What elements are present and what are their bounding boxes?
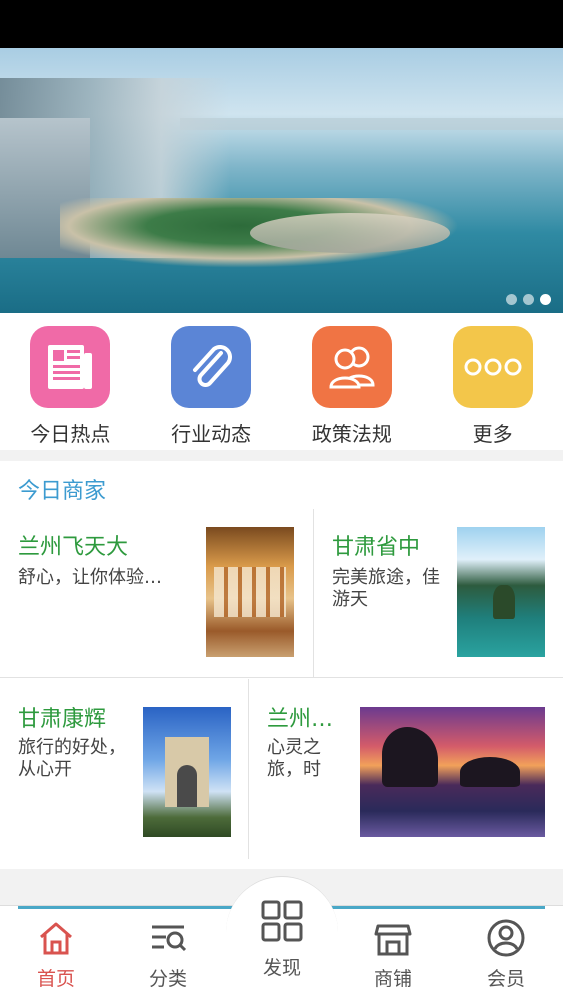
merchant-card[interactable]: 兰州… 心灵之旅，时 xyxy=(249,679,563,859)
merchant-desc: 舒心，让你体验… xyxy=(18,567,162,588)
nav-label: 分类 xyxy=(148,968,187,990)
quick-menu-item-industry-news[interactable]: 行业动态 xyxy=(141,313,282,450)
quick-menu-label: 行业动态 xyxy=(171,422,252,446)
merchant-card[interactable]: 兰州飞天大 舒心，让你体验… xyxy=(0,509,313,677)
merchant-name: 兰州飞天大 xyxy=(18,535,129,560)
quick-menu-label: 今日热点 xyxy=(30,422,111,446)
quick-menu-item-hot-news[interactable]: 今日热点 xyxy=(0,313,141,450)
carousel-indicator xyxy=(506,294,551,305)
carousel-dot[interactable] xyxy=(523,294,534,305)
banner-carousel[interactable] xyxy=(0,48,563,313)
today-merchants-section: 今日商家 兰州飞天大 舒心，让你体验… 甘肃省中 完美旅途，佳游天 甘肃康辉 旅… xyxy=(0,461,563,869)
more-dots-icon xyxy=(452,326,533,408)
nav-item-category[interactable]: 分类 xyxy=(128,918,208,991)
quick-menu-item-more[interactable]: 更多 xyxy=(422,313,563,450)
status-bar xyxy=(0,0,563,48)
nav-label: 首页 xyxy=(36,968,75,990)
divider xyxy=(0,677,563,678)
nav-item-home[interactable]: 首页 xyxy=(16,918,96,991)
banner-horizon xyxy=(180,118,563,130)
grid-icon xyxy=(261,900,303,942)
nav-item-shop[interactable]: 商铺 xyxy=(353,918,433,991)
newspaper-icon xyxy=(30,326,111,408)
merchant-name: 甘肃省中 xyxy=(332,535,421,560)
quick-menu-label: 更多 xyxy=(472,422,513,446)
shop-icon xyxy=(374,924,412,956)
nav-label: 商铺 xyxy=(373,968,412,990)
user-icon xyxy=(487,919,525,957)
people-icon xyxy=(311,326,392,408)
nav-item-member[interactable]: 会员 xyxy=(466,918,546,991)
home-icon xyxy=(40,922,72,955)
merchant-card[interactable]: 甘肃康辉 旅行的好处，从心开 xyxy=(0,679,248,859)
section-title: 今日商家 xyxy=(18,479,107,504)
merchant-card[interactable]: 甘肃省中 完美旅途，佳游天 xyxy=(314,509,563,677)
restaurant-photo xyxy=(206,527,294,657)
merchant-desc: 心灵之旅，时 xyxy=(267,737,321,780)
quick-menu-item-policy[interactable]: 政策法规 xyxy=(282,313,423,450)
carousel-dot[interactable] xyxy=(506,294,517,305)
lake-mountain-photo xyxy=(457,527,545,657)
sunset-sea-photo xyxy=(360,707,545,837)
nav-label: 会员 xyxy=(486,968,525,990)
carousel-dot-active[interactable] xyxy=(540,294,551,305)
merchant-name: 兰州… xyxy=(267,707,334,732)
arch-monument-photo xyxy=(143,707,231,837)
nav-label: 发现 xyxy=(262,957,301,979)
merchant-name: 甘肃康辉 xyxy=(18,707,107,732)
paperclip-icon xyxy=(171,326,252,408)
quick-menu: 今日热点 行业动态 政策法规 更多 xyxy=(0,313,563,450)
banner-pier xyxy=(250,213,450,253)
category-search-icon xyxy=(152,925,187,952)
merchant-desc: 完美旅途，佳游天 xyxy=(332,567,440,610)
quick-menu-label: 政策法规 xyxy=(311,422,392,446)
nav-item-discover[interactable]: 发现 xyxy=(226,876,338,1000)
merchant-desc: 旅行的好处，从心开 xyxy=(18,737,126,780)
